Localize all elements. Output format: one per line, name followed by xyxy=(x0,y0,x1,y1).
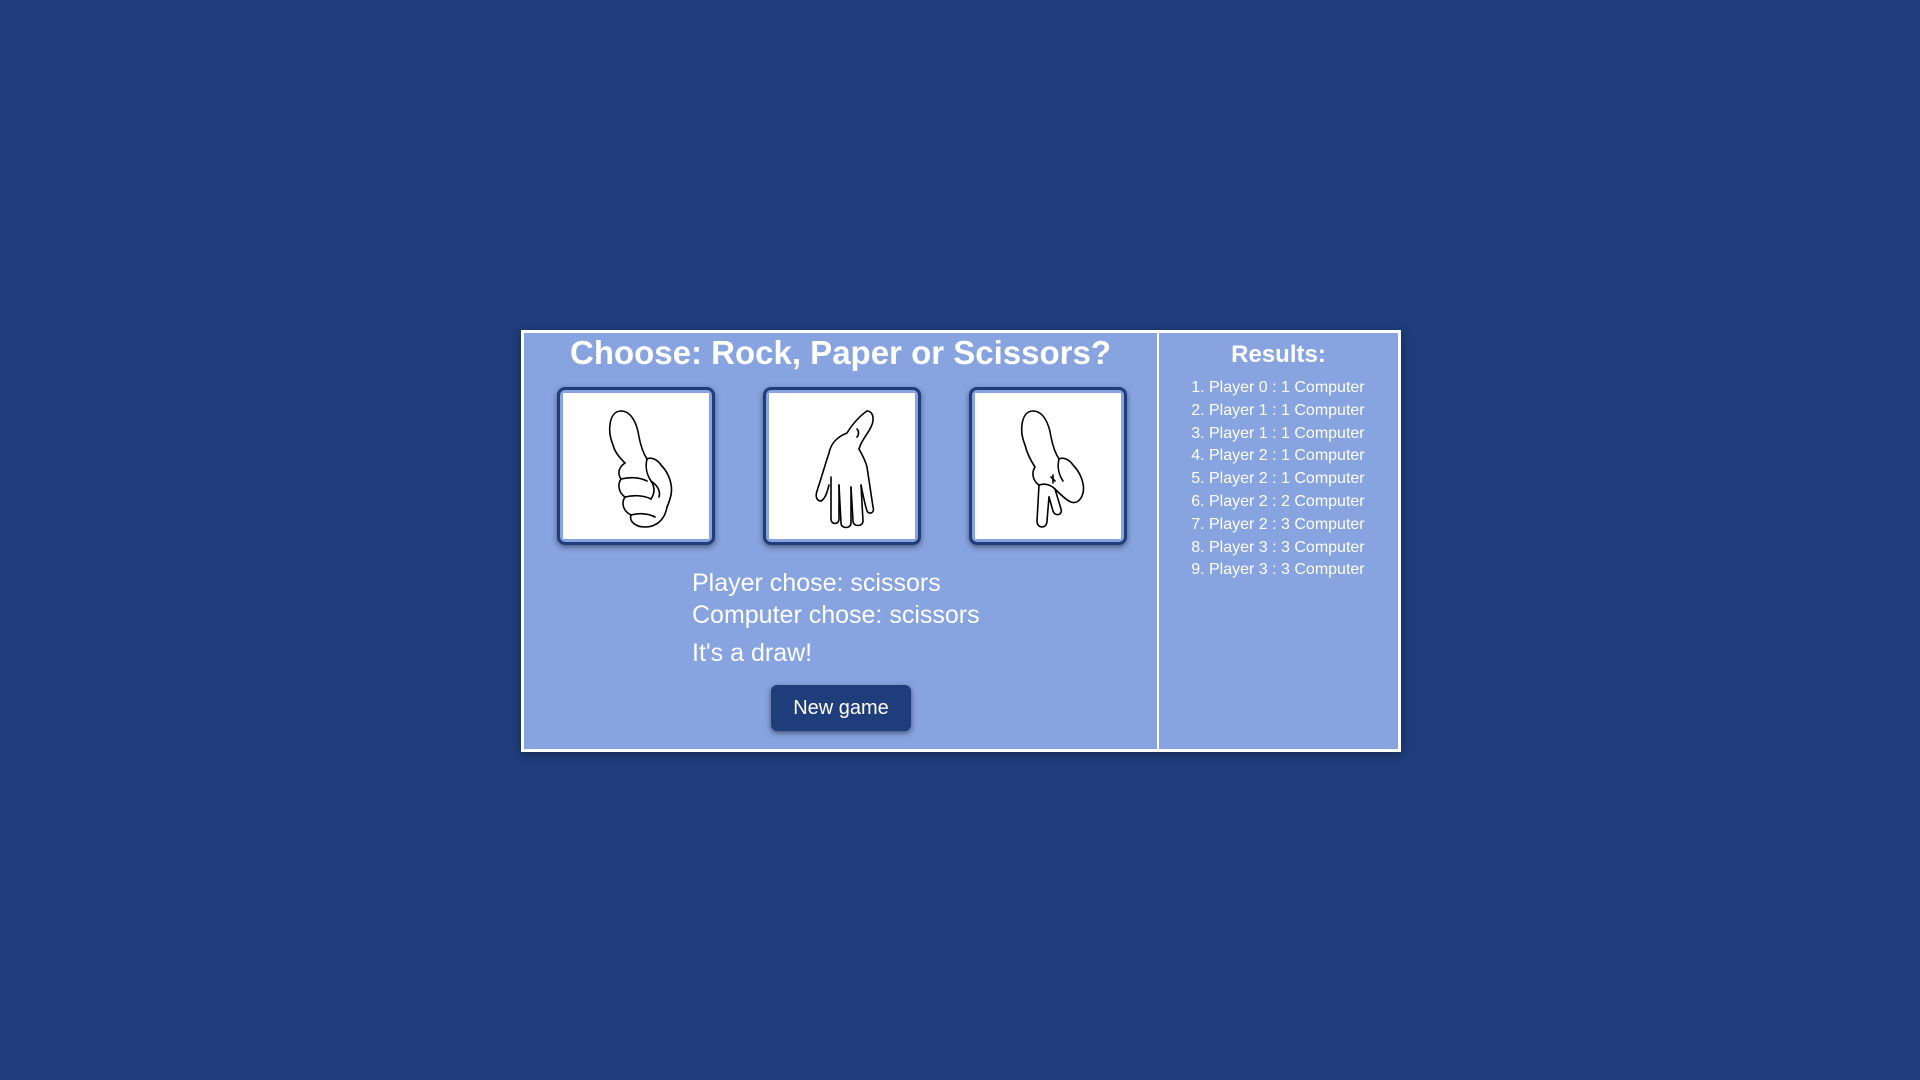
results-panel: Results: Player 0 : 1 Computer Player 1 … xyxy=(1159,333,1398,749)
game-title: Choose: Rock, Paper or Scissors? xyxy=(569,334,1111,371)
result-item: Player 2 : 1 Computer xyxy=(1209,468,1398,491)
computer-choice-text: Computer chose: scissors xyxy=(692,601,980,629)
outcome-text: It's a draw! xyxy=(692,639,813,667)
result-item: Player 2 : 1 Computer xyxy=(1209,445,1398,468)
result-item: Player 3 : 3 Computer xyxy=(1209,559,1398,582)
paper-choice-image xyxy=(769,393,915,539)
rock-choice-button[interactable] xyxy=(557,387,715,545)
result-item: Player 0 : 1 Computer xyxy=(1209,377,1398,400)
scissors-choice-button[interactable] xyxy=(969,387,1127,545)
paper-choice-button[interactable] xyxy=(763,387,921,545)
result-item: Player 2 : 2 Computer xyxy=(1209,491,1398,514)
player-choice-text: Player chose: scissors xyxy=(692,569,941,597)
result-item: Player 1 : 1 Computer xyxy=(1209,400,1398,423)
new-game-button[interactable]: New game xyxy=(771,685,911,731)
result-item: Player 2 : 3 Computer xyxy=(1209,514,1398,537)
result-item: Player 1 : 1 Computer xyxy=(1209,423,1398,446)
scissors-choice-image xyxy=(975,393,1121,539)
game-status: Player chose: scissors Computer chose: s… xyxy=(692,567,980,669)
game-window: Choose: Rock, Paper or Scissors? Player … xyxy=(521,330,1401,752)
rock-hand-icon xyxy=(608,410,673,528)
result-item: Player 3 : 3 Computer xyxy=(1209,537,1398,560)
choice-row xyxy=(557,387,1127,545)
scissors-hand-icon xyxy=(1020,410,1085,528)
paper-hand-icon xyxy=(815,410,875,529)
game-panel: Choose: Rock, Paper or Scissors? Player … xyxy=(524,333,1159,749)
results-title: Results: xyxy=(1231,341,1326,368)
results-list: Player 0 : 1 Computer Player 1 : 1 Compu… xyxy=(1159,377,1398,582)
rock-choice-image xyxy=(563,393,709,539)
